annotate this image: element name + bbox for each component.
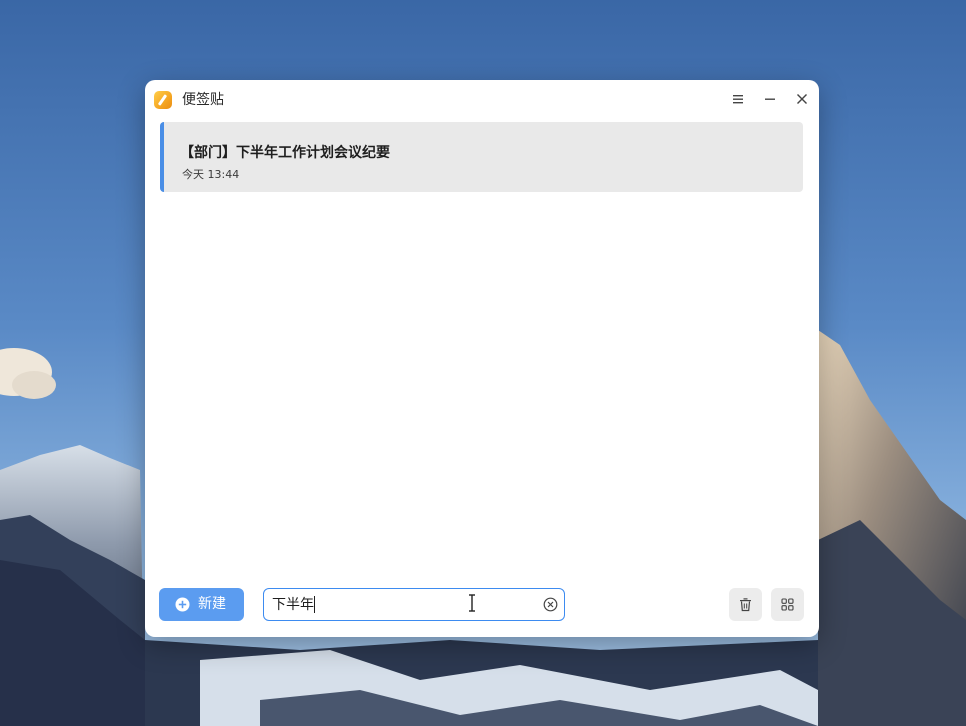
note-item[interactable]: 【部门】下半年工作计划会议纪要 今天 13:44 <box>160 122 803 192</box>
grid-view-icon <box>781 598 794 611</box>
trash-icon <box>740 598 751 612</box>
note-timestamp: 今天 13:44 <box>182 168 240 181</box>
sticky-notes-window: 便签贴 【部门】下半年工作计划会议纪要 今天 13:44 新建 下半年 <box>145 80 819 637</box>
ibeam-cursor-icon <box>469 594 475 612</box>
notes-app-icon <box>154 91 172 109</box>
search-box[interactable] <box>263 588 565 621</box>
note-list: 【部门】下半年工作计划会议纪要 今天 13:44 <box>160 122 803 202</box>
note-selected-indicator <box>160 122 164 192</box>
app-title: 便签贴 <box>182 92 224 108</box>
clear-circle-icon[interactable] <box>543 597 558 612</box>
text-caret <box>314 596 315 613</box>
new-note-label: 新建 <box>198 596 226 612</box>
minimize-icon[interactable] <box>759 88 781 110</box>
desktop: 便签贴 【部门】下半年工作计划会议纪要 今天 13:44 新建 下半年 <box>0 0 966 726</box>
bottom-toolbar: 新建 <box>145 580 819 637</box>
new-note-button[interactable]: 新建 <box>159 588 244 621</box>
note-title: 【部门】下半年工作计划会议纪要 <box>180 145 390 161</box>
plus-circle-icon <box>175 597 190 612</box>
delete-button[interactable] <box>729 588 762 621</box>
titlebar: 便签贴 <box>145 80 819 118</box>
close-icon[interactable] <box>791 88 813 110</box>
menu-icon[interactable] <box>727 88 749 110</box>
search-input[interactable] <box>272 594 532 614</box>
grid-view-button[interactable] <box>771 588 804 621</box>
